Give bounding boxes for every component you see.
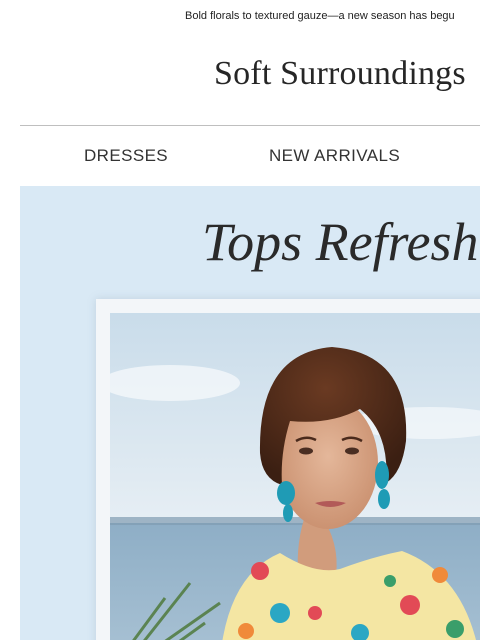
- brand-logo[interactable]: Soft Surroundings: [214, 54, 466, 94]
- nav-item-dresses[interactable]: DRESSES: [84, 145, 168, 167]
- model-photo-icon[interactable]: [110, 313, 480, 640]
- nav-item-new-arrivals[interactable]: NEW ARRIVALS: [269, 145, 400, 167]
- photo-frame: [96, 299, 480, 640]
- preheader-text: Bold florals to textured gauze—a new sea…: [185, 10, 455, 22]
- hero-banner[interactable]: Tops Refresh: [20, 186, 480, 640]
- hero-title: Tops Refresh: [202, 212, 479, 272]
- header-divider: [20, 125, 480, 126]
